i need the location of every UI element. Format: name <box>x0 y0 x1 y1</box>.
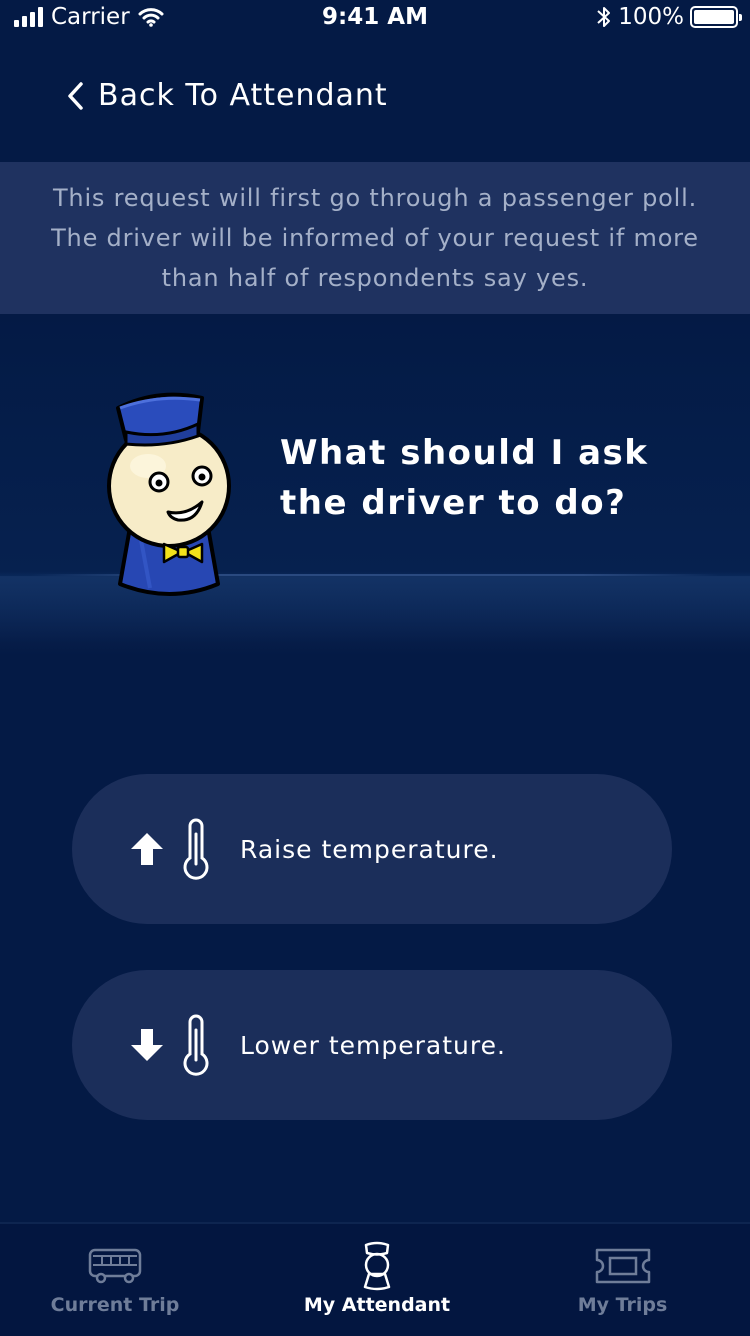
bus-icon <box>88 1248 142 1284</box>
lower-temperature-button[interactable]: Lower temperature. <box>72 970 672 1120</box>
status-bar: Carrier 9:41 AM 100% <box>0 0 750 36</box>
lower-temperature-label: Lower temperature. <box>240 1030 506 1060</box>
thermometer-icon <box>183 1014 209 1076</box>
tab-my-trips[interactable]: My Trips <box>550 1224 695 1336</box>
tab-bar: Current Trip My Attendant My Trips <box>0 1222 750 1336</box>
banner-text: This request will first go through a pas… <box>51 184 699 292</box>
poll-info-banner: This request will first go through a pas… <box>0 162 750 314</box>
status-right: 100% <box>596 4 742 30</box>
option-icons <box>130 1014 210 1076</box>
tab-label: My Trips <box>577 1294 668 1316</box>
tab-my-attendant[interactable]: My Attendant <box>292 1224 462 1336</box>
tab-label: Current Trip <box>50 1294 180 1316</box>
back-button[interactable]: Back To Attendant <box>66 78 388 113</box>
raise-temperature-button[interactable]: Raise temperature. <box>72 774 672 924</box>
attendant-question: What should I ask the driver to do? <box>280 433 649 523</box>
battery-percent: 100% <box>618 4 684 30</box>
ticket-icon <box>595 1248 650 1284</box>
tab-current-trip[interactable]: Current Trip <box>40 1224 190 1336</box>
arrow-up-icon <box>131 833 163 865</box>
attendant-mascot-icon <box>107 392 231 596</box>
raise-temperature-label: Raise temperature. <box>240 834 499 864</box>
tab-label: My Attendant <box>303 1294 451 1316</box>
attendant-icon <box>363 1241 391 1291</box>
thermometer-icon <box>183 818 209 880</box>
option-icons <box>130 818 210 880</box>
arrow-down-icon <box>131 1029 163 1061</box>
back-label: Back To Attendant <box>98 78 388 113</box>
chevron-left-icon <box>68 81 83 110</box>
battery-icon <box>690 6 742 28</box>
bluetooth-icon <box>597 7 611 27</box>
